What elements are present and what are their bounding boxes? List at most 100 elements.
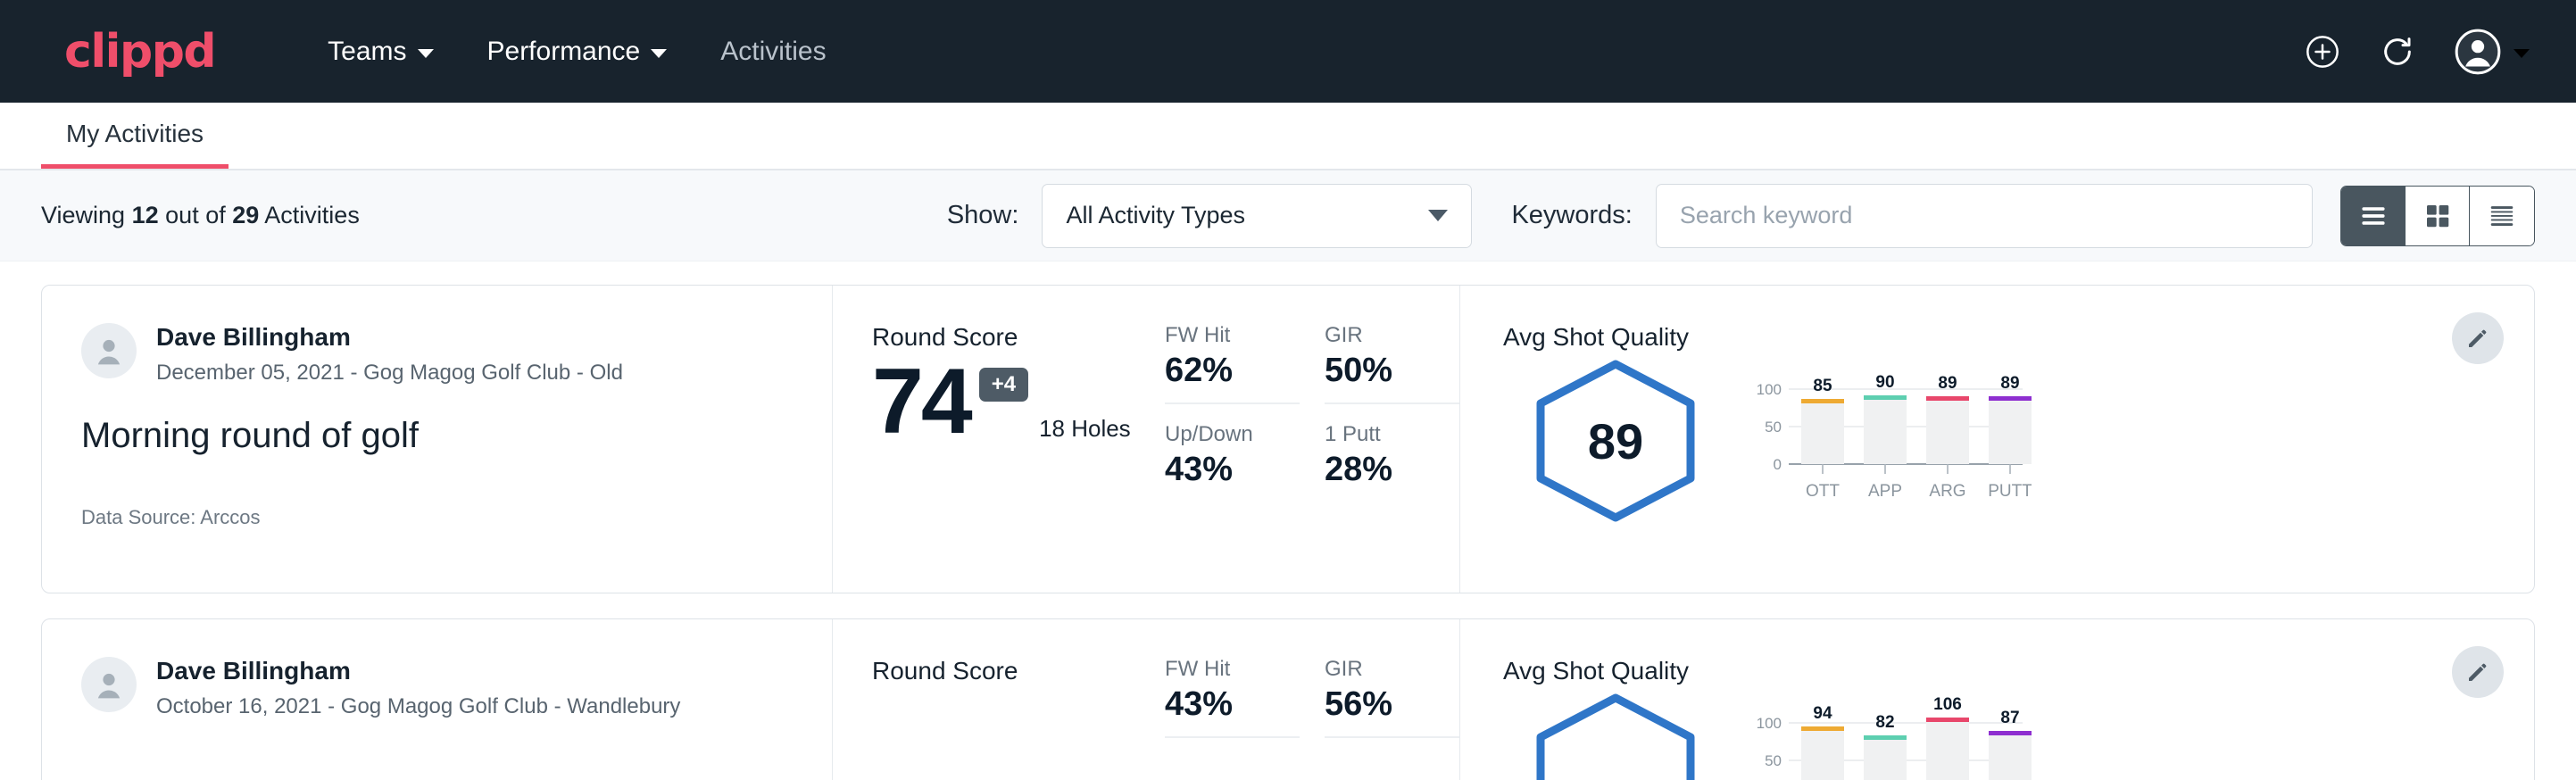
plus-circle-icon	[2305, 34, 2340, 70]
stat-gir-label: GIR	[1325, 657, 1459, 682]
stat-up-down-value: 43%	[1165, 451, 1300, 489]
score-to-par-badge: +4	[979, 368, 1028, 402]
stat-fw-hit-label: FW Hit	[1165, 657, 1300, 682]
view-mode-list-button[interactable]	[2341, 187, 2406, 245]
show-label: Show:	[947, 201, 1019, 230]
view-mode-grid-button[interactable]	[2406, 187, 2470, 245]
round-score-label: Round Score	[872, 657, 1165, 685]
activity-title: Morning round of golf	[81, 416, 793, 456]
stat-up-down: Up/Down 43%	[1165, 422, 1300, 502]
nav-item-activities-label: Activities	[720, 0, 826, 103]
shot-quality-bar-chart: 100 50 0 94 OTT 82 APP	[1755, 691, 2032, 780]
shot-quality-bar-chart: 100 50 0 85 OTT	[1755, 357, 2032, 522]
nav-item-performance-label: Performance	[487, 0, 641, 103]
viewing-count-text: Viewing 12 out of 29 Activities	[41, 202, 360, 229]
viewing-total: 29	[232, 202, 259, 228]
stats-grid: FW Hit 62% GIR 50% Up/Down 43% 1 Putt 28…	[1165, 286, 1459, 593]
person-icon	[89, 331, 129, 370]
search-input[interactable]	[1656, 184, 2313, 248]
nav-item-teams[interactable]: Teams	[301, 0, 460, 103]
activity-type-select[interactable]: All Activity Types	[1042, 184, 1472, 248]
avg-shot-quality-body: 100 50 0 94 OTT 82 APP	[1503, 691, 2534, 780]
stat-fw-hit-value: 43%	[1165, 685, 1300, 724]
data-source-label: Data Source: Arccos	[81, 506, 793, 529]
avg-shot-quality-column: Avg Shot Quality 89 100 50 0	[1459, 286, 2534, 593]
pencil-icon	[2464, 325, 2491, 352]
shot-quality-value	[1526, 691, 1705, 780]
nav-item-performance[interactable]: Performance	[461, 0, 694, 103]
pencil-icon	[2464, 659, 2491, 685]
bar-value-app: 90	[1875, 373, 1894, 392]
bar-label-ott: OTT	[1806, 482, 1840, 501]
top-navigation-bar: clippd Teams Performance Activities	[0, 0, 2576, 103]
bar-label-arg: ARG	[1929, 482, 1965, 501]
account-avatar-icon	[2455, 29, 2501, 75]
stat-gir-value: 50%	[1325, 352, 1459, 390]
add-button[interactable]	[2305, 34, 2340, 70]
view-mode-toggle-group	[2340, 186, 2535, 246]
bar-label-app: APP	[1868, 482, 1902, 501]
main-nav: Teams Performance Activities	[301, 0, 852, 103]
app-logo[interactable]: clippd	[64, 25, 215, 79]
ytick-50: 50	[1765, 419, 1782, 436]
bar-value-putt: 87	[2000, 709, 2019, 727]
round-score-column: Round Score	[833, 619, 1165, 780]
bar-value-arg: 106	[1933, 695, 1962, 714]
round-score-row: 74 +4 18 Holes	[872, 355, 1165, 448]
stat-up-down-label: Up/Down	[1165, 422, 1300, 447]
activity-card-list: Dave Billingham December 05, 2021 - Gog …	[0, 261, 2576, 780]
filter-toolbar: Viewing 12 out of 29 Activities Show: Al…	[0, 170, 2576, 261]
chevron-down-icon	[418, 49, 434, 58]
view-mode-compact-button[interactable]	[2470, 187, 2534, 245]
avg-shot-quality-label: Avg Shot Quality	[1503, 657, 2534, 685]
viewing-middle: out of	[165, 202, 226, 228]
avatar	[81, 657, 137, 712]
ytick-100: 100	[1757, 715, 1782, 732]
activity-type-value: All Activity Types	[1066, 202, 1245, 229]
edit-activity-button[interactable]	[2452, 312, 2504, 364]
chevron-down-icon	[2514, 49, 2530, 58]
keywords-label: Keywords:	[1511, 201, 1632, 230]
stat-fw-hit-value: 62%	[1165, 352, 1300, 390]
stat-one-putt-label: 1 Putt	[1325, 422, 1459, 447]
chevron-down-icon	[1428, 210, 1448, 221]
grid-view-icon	[2422, 202, 2453, 230]
stat-fw-hit: FW Hit 43%	[1165, 657, 1300, 738]
shot-quality-hexagon	[1526, 691, 1705, 780]
viewing-count: 12	[132, 202, 159, 228]
round-score-column: Round Score 74 +4 18 Holes	[833, 286, 1165, 593]
activity-card[interactable]: Dave Billingham December 05, 2021 - Gog …	[41, 285, 2535, 593]
stat-fw-hit: FW Hit 62%	[1165, 323, 1300, 404]
top-nav-actions	[2305, 29, 2530, 75]
account-menu[interactable]	[2455, 29, 2530, 75]
nav-item-activities[interactable]: Activities	[694, 0, 852, 103]
activity-card[interactable]: Dave Billingham October 16, 2021 - Gog M…	[41, 618, 2535, 780]
nav-item-teams-label: Teams	[328, 0, 406, 103]
refresh-button[interactable]	[2380, 34, 2415, 70]
chevron-down-icon	[651, 49, 667, 58]
stat-one-putt-value: 28%	[1325, 451, 1459, 489]
player-name: Dave Billingham	[156, 657, 680, 685]
stat-gir: GIR 56%	[1325, 657, 1459, 738]
ytick-100: 100	[1757, 381, 1782, 398]
stat-fw-hit-label: FW Hit	[1165, 323, 1300, 348]
compact-view-icon	[2487, 203, 2517, 229]
bar-value-ott: 85	[1813, 377, 1832, 395]
edit-activity-button[interactable]	[2452, 646, 2504, 698]
activity-author: Dave Billingham October 16, 2021 - Gog M…	[81, 657, 793, 719]
tab-my-activities-label: My Activities	[66, 120, 204, 147]
tab-my-activities[interactable]: My Activities	[41, 120, 229, 169]
viewing-prefix: Viewing	[41, 202, 125, 228]
player-name: Dave Billingham	[156, 323, 623, 352]
activity-meta: December 05, 2021 - Gog Magog Golf Club …	[156, 361, 623, 386]
round-score-label: Round Score	[872, 323, 1165, 352]
shot-quality-value: 89	[1526, 357, 1705, 525]
activity-author: Dave Billingham December 05, 2021 - Gog …	[81, 323, 793, 386]
bar-value-arg: 89	[1938, 374, 1957, 393]
stat-gir-value: 56%	[1325, 685, 1459, 724]
bar-value-app: 82	[1875, 713, 1894, 732]
avg-shot-quality-label: Avg Shot Quality	[1503, 323, 2534, 352]
ytick-50: 50	[1765, 752, 1782, 769]
list-view-icon	[2358, 203, 2389, 228]
page-tab-strip: My Activities	[0, 103, 2576, 170]
